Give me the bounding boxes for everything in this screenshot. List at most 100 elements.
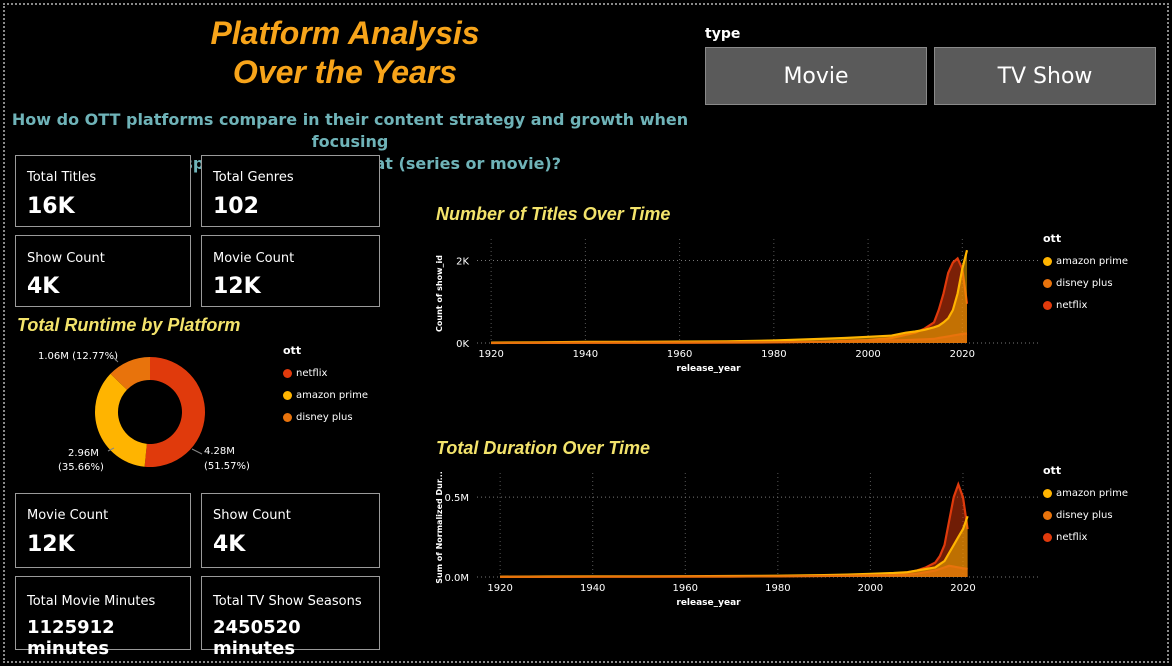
tv-show-filter-button[interactable]: TV Show	[934, 47, 1156, 105]
y-axis-label: Sum of Normalized Dur...	[435, 471, 444, 584]
slice-label-amazon-prime: 2.96M	[68, 448, 99, 459]
legend-label: disney plus	[296, 411, 353, 423]
page-title-line-2: Over the Years	[232, 54, 458, 90]
x-tick-label: 2000	[855, 349, 880, 360]
legend-swatch-disney-plus	[1043, 278, 1052, 288]
legend-label: amazon prime	[1056, 255, 1129, 267]
leader-line	[191, 448, 203, 455]
legend-item-disney-plus[interactable]: disney plus	[1043, 272, 1128, 294]
x-tick-label: 1920	[478, 349, 503, 360]
x-tick-label: 1980	[761, 349, 786, 360]
legend-item-amazon-prime[interactable]: amazon prime	[1043, 482, 1128, 504]
x-tick-label: 1940	[573, 349, 598, 360]
slice-pct-amazon-prime: (35.66%)	[58, 462, 104, 473]
legend-label: netflix	[1056, 299, 1088, 311]
y-tick-label: 0K	[456, 339, 469, 350]
titles-area-chart: 1920 1940 1960 1980 2000 2020 0K 2K release_year…	[435, 239, 1040, 374]
line-amazon-prime[interactable]	[491, 249, 969, 344]
y-tick-label: 2K	[456, 257, 469, 268]
legend-label: netflix	[296, 367, 328, 379]
legend-label: amazon prime	[296, 389, 369, 401]
legend-label: disney plus	[1056, 509, 1113, 521]
x-tick-label: 1960	[673, 583, 698, 594]
kpi-label: Total Genres	[213, 170, 294, 185]
line-amazon-prime[interactable]	[500, 515, 969, 578]
legend-item-netflix[interactable]: netflix	[1043, 526, 1128, 548]
kpi-label: Show Count	[213, 508, 291, 523]
kpi-card-show-count-2: Show Count 4K	[201, 493, 380, 568]
legend-item-netflix[interactable]: netflix	[1043, 294, 1128, 316]
area-amazon-prime[interactable]	[491, 250, 967, 343]
x-tick-label: 2020	[950, 583, 975, 594]
y-tick-label: 0.0M	[444, 573, 469, 584]
legend-label: amazon prime	[1056, 487, 1129, 499]
page-title-line-1: Platform Analysis	[210, 15, 480, 51]
kpi-value: 102	[213, 194, 259, 219]
x-tick-label: 1940	[580, 583, 605, 594]
line-netflix[interactable]	[500, 481, 969, 578]
legend-label: netflix	[1056, 531, 1088, 543]
legend-swatch-disney-plus	[1043, 510, 1052, 520]
line-netflix[interactable]	[491, 256, 969, 344]
kpi-value: 16K	[27, 194, 75, 219]
duration-area-chart: 1920 1940 1960 1980 2000 2020 0.0M 0.5M release_…	[435, 471, 1040, 608]
kpi-card-total-titles: Total Titles 16K	[15, 155, 191, 227]
x-tick-label: 1920	[487, 583, 512, 594]
area-netflix[interactable]	[500, 484, 968, 577]
kpi-card-show-count: Show Count 4K	[15, 235, 191, 307]
duration-chart-title: Total Duration Over Time	[436, 438, 651, 458]
kpi-label: Movie Count	[213, 251, 295, 266]
kpi-label: Total Titles	[27, 170, 97, 185]
area-netflix[interactable]	[491, 258, 967, 343]
analysis-question-line-1: How do OTT platforms compare in their co…	[11, 110, 689, 151]
kpi-value: 1125912 minutes	[27, 617, 115, 659]
page-title: Platform Analysis Over the Years	[150, 14, 540, 92]
legend-item-netflix[interactable]: netflix	[283, 362, 368, 384]
kpi-value: 12K	[213, 274, 261, 299]
legend-swatch-netflix	[283, 368, 292, 378]
kpi-label: Total Movie Minutes	[27, 594, 156, 609]
x-tick-label: 2020	[950, 349, 975, 360]
slice-label-disney-plus: 1.06M (12.77%)	[38, 351, 118, 362]
kpi-value: 12K	[27, 532, 75, 557]
y-tick-label: 0.5M	[444, 493, 469, 504]
titles-chart-title: Number of Titles Over Time	[436, 204, 671, 224]
kpi-card-total-tv-seasons: Total TV Show Seasons 2450520 minutes	[201, 576, 380, 659]
legend-item-disney-plus[interactable]: disney plus	[1043, 504, 1128, 526]
legend-label: disney plus	[1056, 277, 1113, 289]
area-amazon-prime[interactable]	[500, 516, 968, 577]
legend-swatch-netflix	[1043, 300, 1052, 310]
kpi-card-movie-count: Movie Count 12K	[201, 235, 380, 307]
runtime-donut-chart: 4.28M (51.57%) 2.96M (35.66%) 1.06M (12.77%)	[38, 351, 250, 473]
x-tick-label: 1960	[667, 349, 692, 360]
slice-pct-netflix: (51.57%)	[204, 461, 250, 472]
x-tick-label: 1980	[765, 583, 790, 594]
legend-title: ott	[283, 344, 302, 357]
kpi-label: Movie Count	[27, 508, 109, 523]
kpi-card-total-genres: Total Genres 102	[201, 155, 380, 227]
kpi-card-movie-count-2: Movie Count 12K	[15, 493, 191, 568]
slice-label-netflix: 4.28M	[204, 446, 235, 457]
runtime-legend: ott netflix amazon prime disney plus	[283, 344, 368, 428]
donut-slice-amazon-prime[interactable]	[94, 373, 147, 467]
legend-item-amazon-prime[interactable]: amazon prime	[283, 384, 368, 406]
x-axis-label: release_year	[676, 364, 741, 374]
kpi-value: 4K	[213, 532, 246, 557]
titles-legend: ott amazon prime disney plus netflix	[1043, 232, 1128, 316]
legend-swatch-disney-plus	[283, 412, 292, 422]
legend-title: ott	[1043, 464, 1062, 477]
kpi-value: 4K	[27, 274, 60, 299]
legend-title: ott	[1043, 232, 1062, 245]
legend-item-disney-plus[interactable]: disney plus	[283, 406, 368, 428]
type-slicer-label: type	[705, 26, 741, 42]
x-axis-label: release_year	[676, 598, 741, 608]
legend-swatch-amazon-prime	[1043, 488, 1052, 498]
legend-swatch-amazon-prime	[1043, 256, 1052, 266]
kpi-label: Show Count	[27, 251, 105, 266]
kpi-value: 2450520 minutes	[213, 617, 301, 659]
movie-filter-button[interactable]: Movie	[705, 47, 927, 105]
kpi-label: Total TV Show Seasons	[213, 594, 362, 609]
kpi-card-total-movie-minutes: Total Movie Minutes 1125912 minutes	[15, 576, 191, 659]
duration-legend: ott amazon prime disney plus netflix	[1043, 464, 1128, 548]
legend-item-amazon-prime[interactable]: amazon prime	[1043, 250, 1128, 272]
